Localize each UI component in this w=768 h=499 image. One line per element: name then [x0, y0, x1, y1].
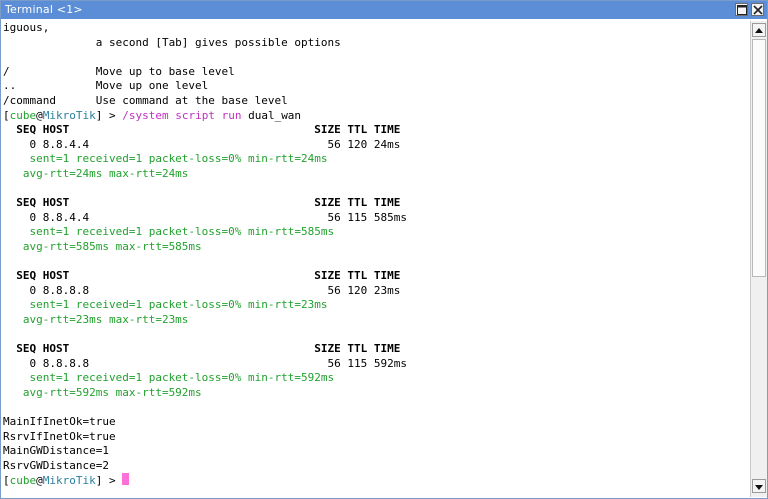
ping-header: SEQ HOST SIZE TTL TIME	[3, 269, 401, 283]
result-line: RsrvGWDistance=2	[3, 458, 109, 472]
arrow-up-icon	[755, 28, 763, 33]
prompt-suffix: ] >	[95, 108, 123, 122]
ping-row: 0 8.8.4.4 56 120 24ms	[3, 137, 401, 151]
text-cursor	[122, 473, 130, 486]
window-title: Terminal <1>	[5, 3, 83, 16]
prompt-at: @	[36, 474, 43, 488]
help-line: / Move up to base level	[3, 64, 235, 78]
help-line	[3, 50, 747, 65]
result-line: MainIfInetOk=true	[3, 415, 116, 429]
ping-row: 0 8.8.8.8 56 120 23ms	[3, 283, 401, 297]
ping-header: SEQ HOST SIZE TTL TIME	[3, 123, 401, 137]
prompt-user: cube	[9, 474, 37, 488]
close-icon	[753, 5, 763, 15]
help-line: .. Move up one level	[3, 79, 209, 93]
help-line: iguous,	[3, 21, 50, 34]
prompt-suffix: ] >	[95, 474, 123, 488]
ping-stats: sent=1 received=1 packet-loss=0% min-rtt…	[3, 371, 335, 385]
ping-stats: avg-rtt=592ms max-rtt=592ms	[3, 385, 202, 399]
scroll-down-button[interactable]	[752, 479, 766, 493]
arrow-down-icon	[755, 485, 763, 490]
maximize-button[interactable]	[735, 3, 748, 16]
ping-stats: sent=1 received=1 packet-loss=0% min-rtt…	[3, 152, 328, 166]
prompt-host: MikroTik	[42, 474, 96, 488]
help-line: /command Use command at the base level	[3, 93, 288, 107]
ping-stats: avg-rtt=24ms max-rtt=24ms	[3, 166, 189, 180]
prompt-user: cube	[9, 108, 37, 122]
ping-row: 0 8.8.8.8 56 115 592ms	[3, 356, 407, 370]
prompt-at: @	[36, 108, 43, 122]
ping-header: SEQ HOST SIZE TTL TIME	[3, 196, 401, 210]
result-line: RsrvIfInetOk=true	[3, 429, 116, 443]
ping-stats: sent=1 received=1 packet-loss=0% min-rtt…	[3, 225, 335, 239]
title-bar[interactable]: Terminal <1>	[1, 1, 767, 19]
terminal-window: Terminal <1> iguous, a second [Tab] give…	[0, 0, 768, 499]
close-button[interactable]	[751, 3, 764, 16]
command-arg: dual_wan	[241, 108, 302, 122]
input-prompt-line[interactable]: [cube@MikroTik] >	[3, 473, 747, 488]
prompt-host: MikroTik	[42, 108, 96, 122]
scrollbar-thumb[interactable]	[752, 39, 766, 277]
ping-header: SEQ HOST SIZE TTL TIME	[3, 342, 401, 356]
terminal-output[interactable]: iguous, a second [Tab] gives possible op…	[3, 21, 747, 495]
vertical-scrollbar[interactable]	[750, 21, 767, 497]
maximize-icon	[737, 5, 747, 15]
ping-stats: sent=1 received=1 packet-loss=0% min-rtt…	[3, 298, 328, 312]
command-text: /system script run	[122, 108, 242, 122]
ping-stats: avg-rtt=585ms max-rtt=585ms	[3, 239, 202, 253]
help-line: a second [Tab] gives possible options	[3, 35, 341, 49]
command-line: [cube@MikroTik] > /system script run dua…	[3, 108, 302, 122]
ping-stats: avg-rtt=23ms max-rtt=23ms	[3, 312, 189, 326]
ping-row: 0 8.8.4.4 56 115 585ms	[3, 210, 407, 224]
scroll-up-button[interactable]	[752, 23, 766, 37]
result-line: MainGWDistance=1	[3, 444, 109, 458]
